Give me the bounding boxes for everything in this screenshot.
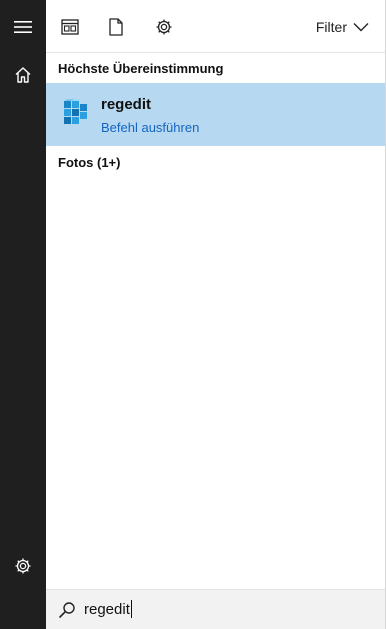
search-icon xyxy=(59,602,75,618)
documents-filter-button[interactable] xyxy=(100,10,132,44)
apps-icon xyxy=(61,19,79,35)
search-input[interactable]: regedit xyxy=(84,598,133,620)
hamburger-menu-button[interactable] xyxy=(0,4,46,50)
apps-filter-button[interactable] xyxy=(54,10,86,44)
best-match-result[interactable]: regedit Befehl ausführen xyxy=(46,83,385,146)
filter-dropdown[interactable]: Filter xyxy=(316,17,369,37)
best-match-heading: Höchste Übereinstimmung xyxy=(58,61,224,76)
result-title: regedit xyxy=(101,96,152,113)
registry-cubes-icon xyxy=(64,99,87,124)
text-cursor xyxy=(130,600,133,618)
photos-section-heading[interactable]: Fotos (1+) xyxy=(58,155,120,170)
settings-button[interactable] xyxy=(0,543,46,589)
search-toolbar: Filter xyxy=(46,0,385,53)
search-bar[interactable]: regedit xyxy=(46,589,385,629)
home-button[interactable] xyxy=(0,52,46,98)
filter-label: Filter xyxy=(315,19,347,35)
search-results-panel: Filter Höchste Übereinstimmung regedit B xyxy=(46,0,386,629)
documents-icon xyxy=(109,18,123,36)
search-input-value: regedit xyxy=(84,600,130,618)
chevron-down-icon xyxy=(353,23,369,32)
settings-gear-icon xyxy=(15,558,31,574)
start-rail xyxy=(0,0,46,629)
web-settings-gear-icon xyxy=(156,19,172,35)
home-icon xyxy=(15,67,31,83)
result-subtitle: Befehl ausführen xyxy=(101,120,200,135)
web-filter-button[interactable] xyxy=(148,10,180,44)
hamburger-menu-icon xyxy=(14,21,32,33)
